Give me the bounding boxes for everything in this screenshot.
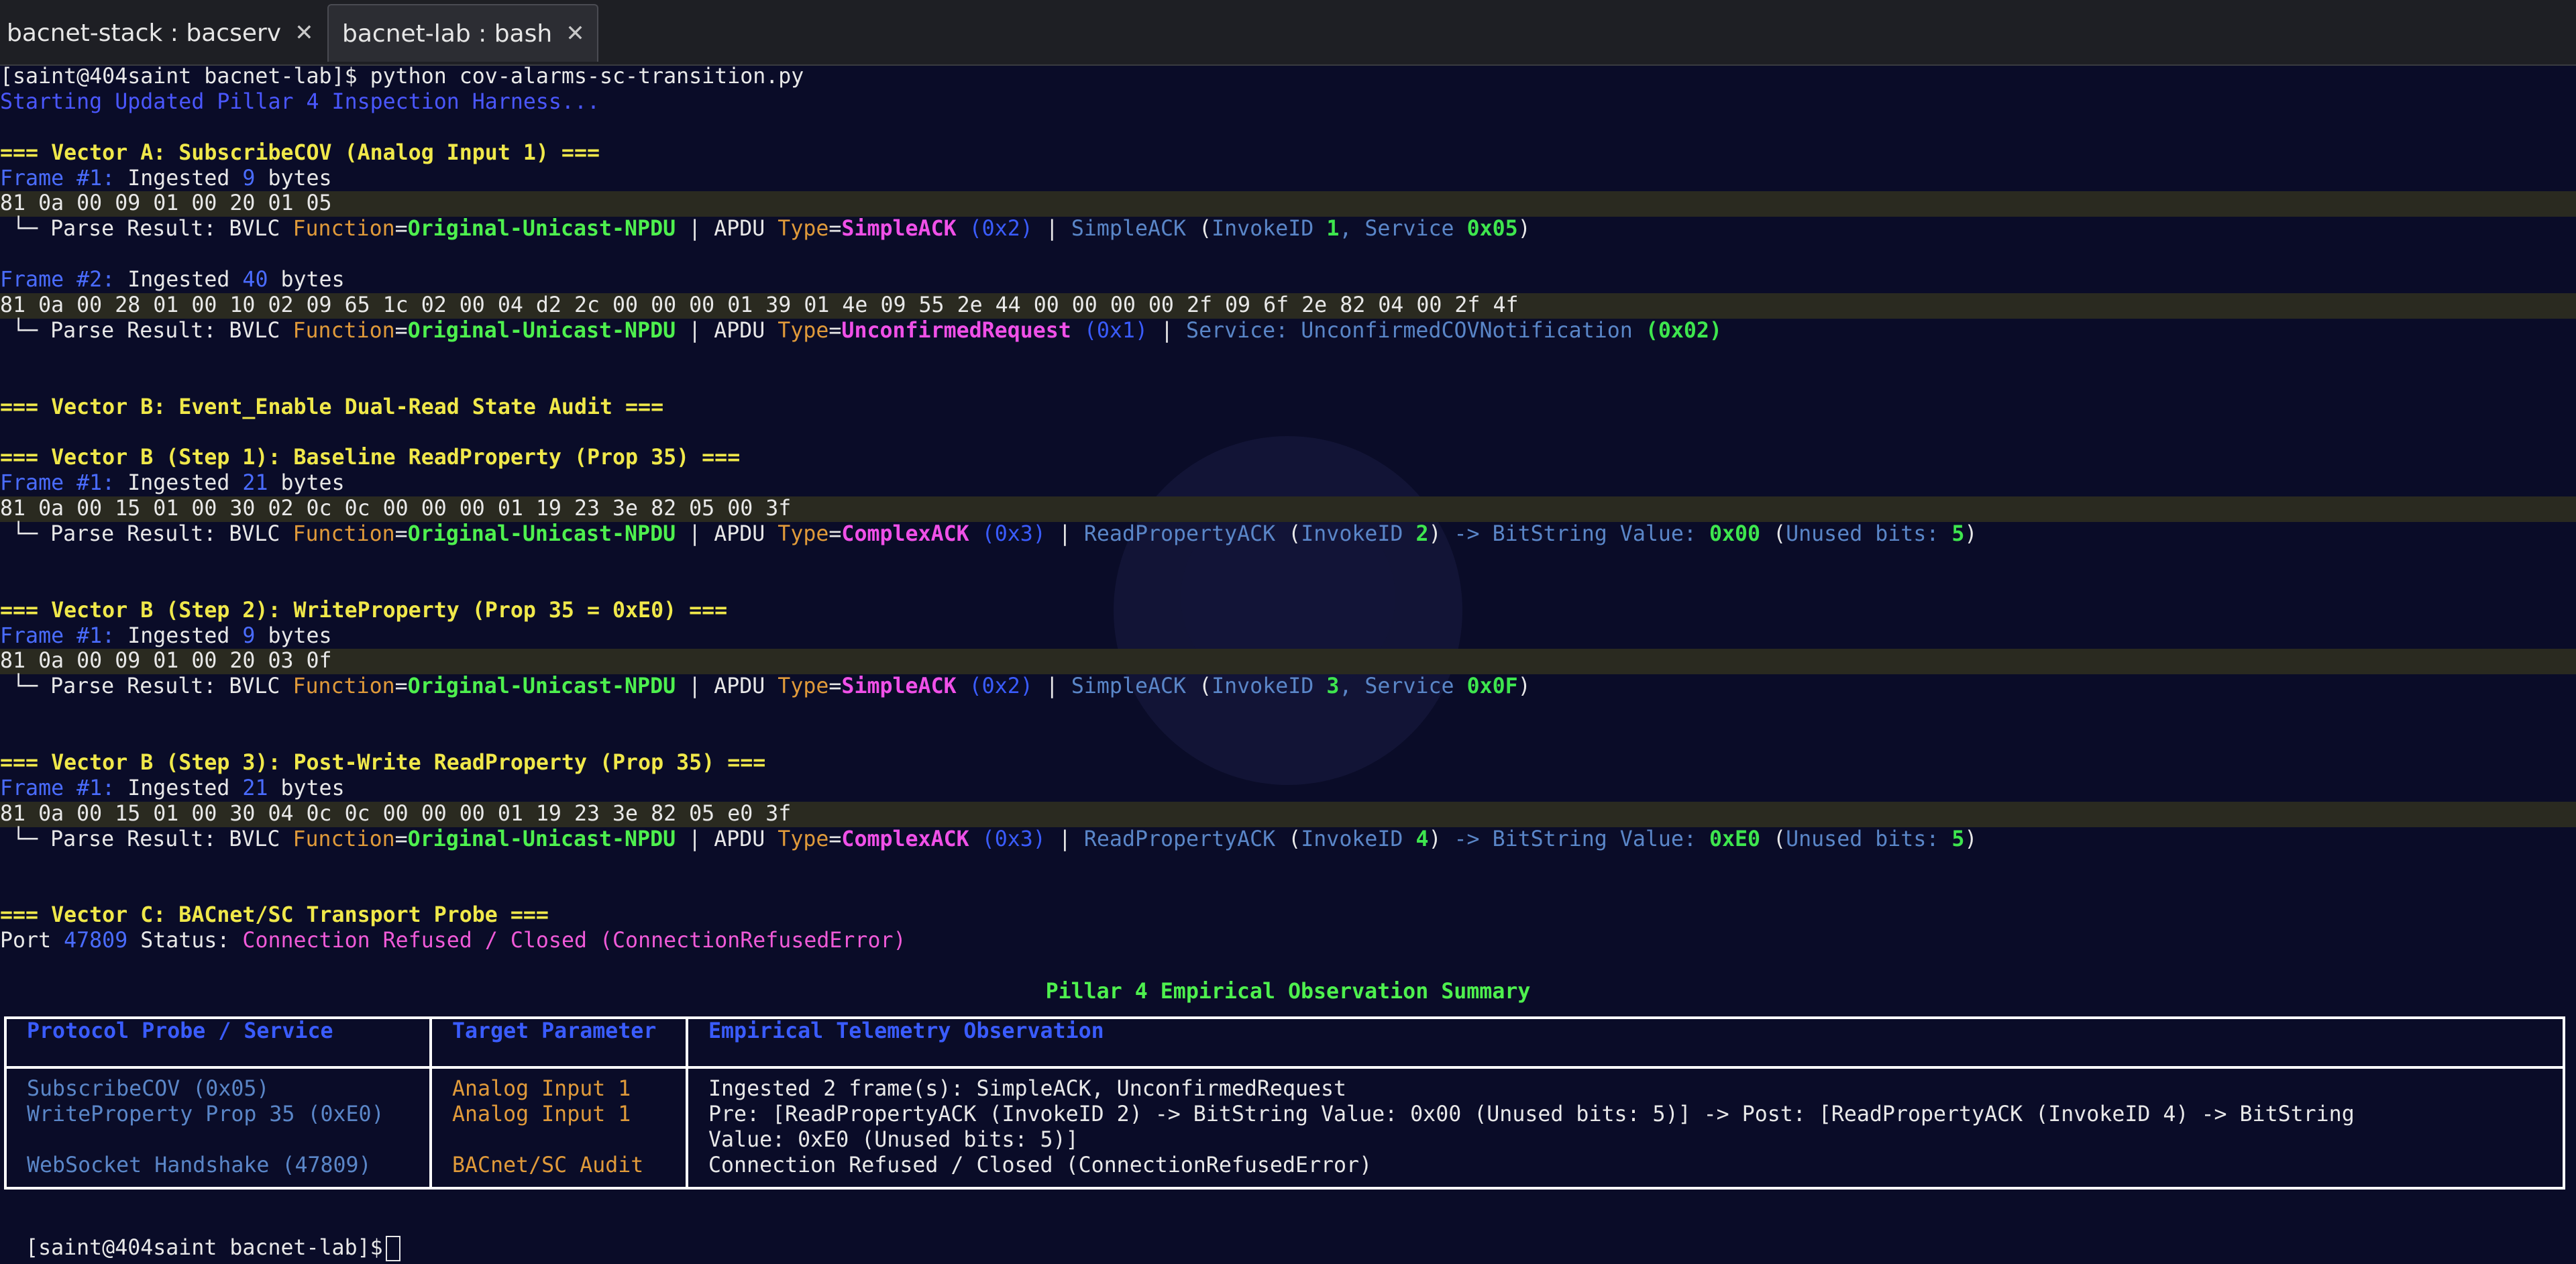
observation-cell: Pre: [ReadPropertyACK (InvokeID 2) -> Bi… xyxy=(708,1102,2355,1126)
table-header-row: Protocol Probe / Service Target Paramete… xyxy=(4,1016,2565,1069)
tab-bacnet-lab[interactable]: bacnet-lab : bash ✕ xyxy=(327,4,598,62)
target-cell: Analog Input 1 xyxy=(452,1102,631,1126)
observation-cell: Connection Refused / Closed (ConnectionR… xyxy=(708,1153,1373,1177)
hex-line: 81 0a 00 15 01 00 30 02 0c 0c 00 00 00 0… xyxy=(0,496,2576,523)
hex-line: 81 0a 00 28 01 00 10 02 09 65 1c 02 00 0… xyxy=(0,293,2576,319)
hex-line: 81 0a 00 15 01 00 30 04 0c 0c 00 00 00 0… xyxy=(0,801,2576,827)
vector-b3-header: === Vector B (Step 3): Post-Write ReadPr… xyxy=(0,751,766,776)
frame-line: Frame #1: Ingested 9 bytes xyxy=(0,623,332,648)
prompt: [saint@404saint bacnet-lab]$ xyxy=(0,64,358,89)
column-header: Empirical Telemetry Observation xyxy=(686,1016,2565,1069)
vector-b-header: === Vector B: Event_Enable Dual-Read Sta… xyxy=(0,394,664,419)
probe-cell: WebSocket Handshake (47809) xyxy=(27,1153,372,1177)
tab-label: bacnet-lab : bash xyxy=(342,19,553,48)
hex-line: 81 0a 00 09 01 00 20 01 05 xyxy=(0,191,2576,217)
close-icon[interactable]: ✕ xyxy=(566,20,585,47)
observation-cell: Value: 0xE0 (Unused bits: 5)] xyxy=(708,1127,1079,1152)
vector-b1-header: === Vector B (Step 1): Baseline ReadProp… xyxy=(0,445,741,470)
tab-label: bacnet-stack : bacserv xyxy=(7,19,282,47)
command-line: [saint@404saint bacnet-lab]$ python cov-… xyxy=(0,64,2576,90)
parse-result: └─ Parse Result: BVLC Function=Original-… xyxy=(12,674,1531,699)
port-status-line: Port 47809 Status: Connection Refused / … xyxy=(0,929,906,953)
tab-bar: bacnet-stack : bacserv ✕ bacnet-lab : ba… xyxy=(0,0,2576,66)
final-prompt-line[interactable]: [saint@404saint bacnet-lab]$ xyxy=(0,1210,400,1261)
frame-line: Frame #2: Ingested 40 bytes xyxy=(0,268,345,293)
parse-result: └─ Parse Result: BVLC Function=Original-… xyxy=(12,522,1978,547)
starting-line: Starting Updated Pillar 4 Inspection Har… xyxy=(0,89,600,114)
vector-a-header: === Vector A: SubscribeCOV (Analog Input… xyxy=(0,140,600,165)
close-icon[interactable]: ✕ xyxy=(294,19,314,46)
probe-cell: WriteProperty Prop 35 (0xE0) xyxy=(27,1102,384,1126)
column-header: Target Parameter xyxy=(429,1016,688,1069)
command: python cov-alarms-sc-transition.py xyxy=(357,64,804,89)
prompt: [saint@404saint bacnet-lab]$ xyxy=(25,1235,383,1260)
hex-line: 81 0a 00 09 01 00 20 03 0f xyxy=(0,649,2576,675)
frame-line: Frame #1: Ingested 21 bytes xyxy=(0,471,345,496)
target-cell: BACnet/SC Audit xyxy=(452,1153,644,1177)
table-row: SubscribeCOV (0x05) WriteProperty Prop 3… xyxy=(4,1066,2565,1190)
frame-line: Frame #1: Ingested 21 bytes xyxy=(0,776,345,800)
tab-bacnet-stack[interactable]: bacnet-stack : bacserv ✕ xyxy=(0,4,322,62)
probe-cell: SubscribeCOV (0x05) xyxy=(27,1077,270,1101)
summary-table: Protocol Probe / Service Target Paramete… xyxy=(4,1016,2565,1190)
terminal-output[interactable]: [saint@404saint bacnet-lab]$ python cov-… xyxy=(0,64,2576,1005)
parse-result: └─ Parse Result: BVLC Function=Original-… xyxy=(12,827,1978,851)
observation-cell: Ingested 2 frame(s): SimpleACK, Unconfir… xyxy=(708,1077,1347,1101)
frame-line: Frame #1: Ingested 9 bytes xyxy=(0,166,332,191)
target-cell: Analog Input 1 xyxy=(452,1077,631,1101)
vector-c-header: === Vector C: BACnet/SC Transport Probe … xyxy=(0,903,549,928)
parse-result: └─ Parse Result: BVLC Function=Original-… xyxy=(12,318,1722,343)
parse-result: └─ Parse Result: BVLC Function=Original-… xyxy=(12,217,1531,242)
text-cursor xyxy=(385,1235,400,1261)
vector-b2-header: === Vector B (Step 2): WriteProperty (Pr… xyxy=(0,598,728,623)
column-header: Protocol Probe / Service xyxy=(4,1016,432,1069)
summary-title: Pillar 4 Empirical Observation Summary xyxy=(1045,980,1531,1004)
